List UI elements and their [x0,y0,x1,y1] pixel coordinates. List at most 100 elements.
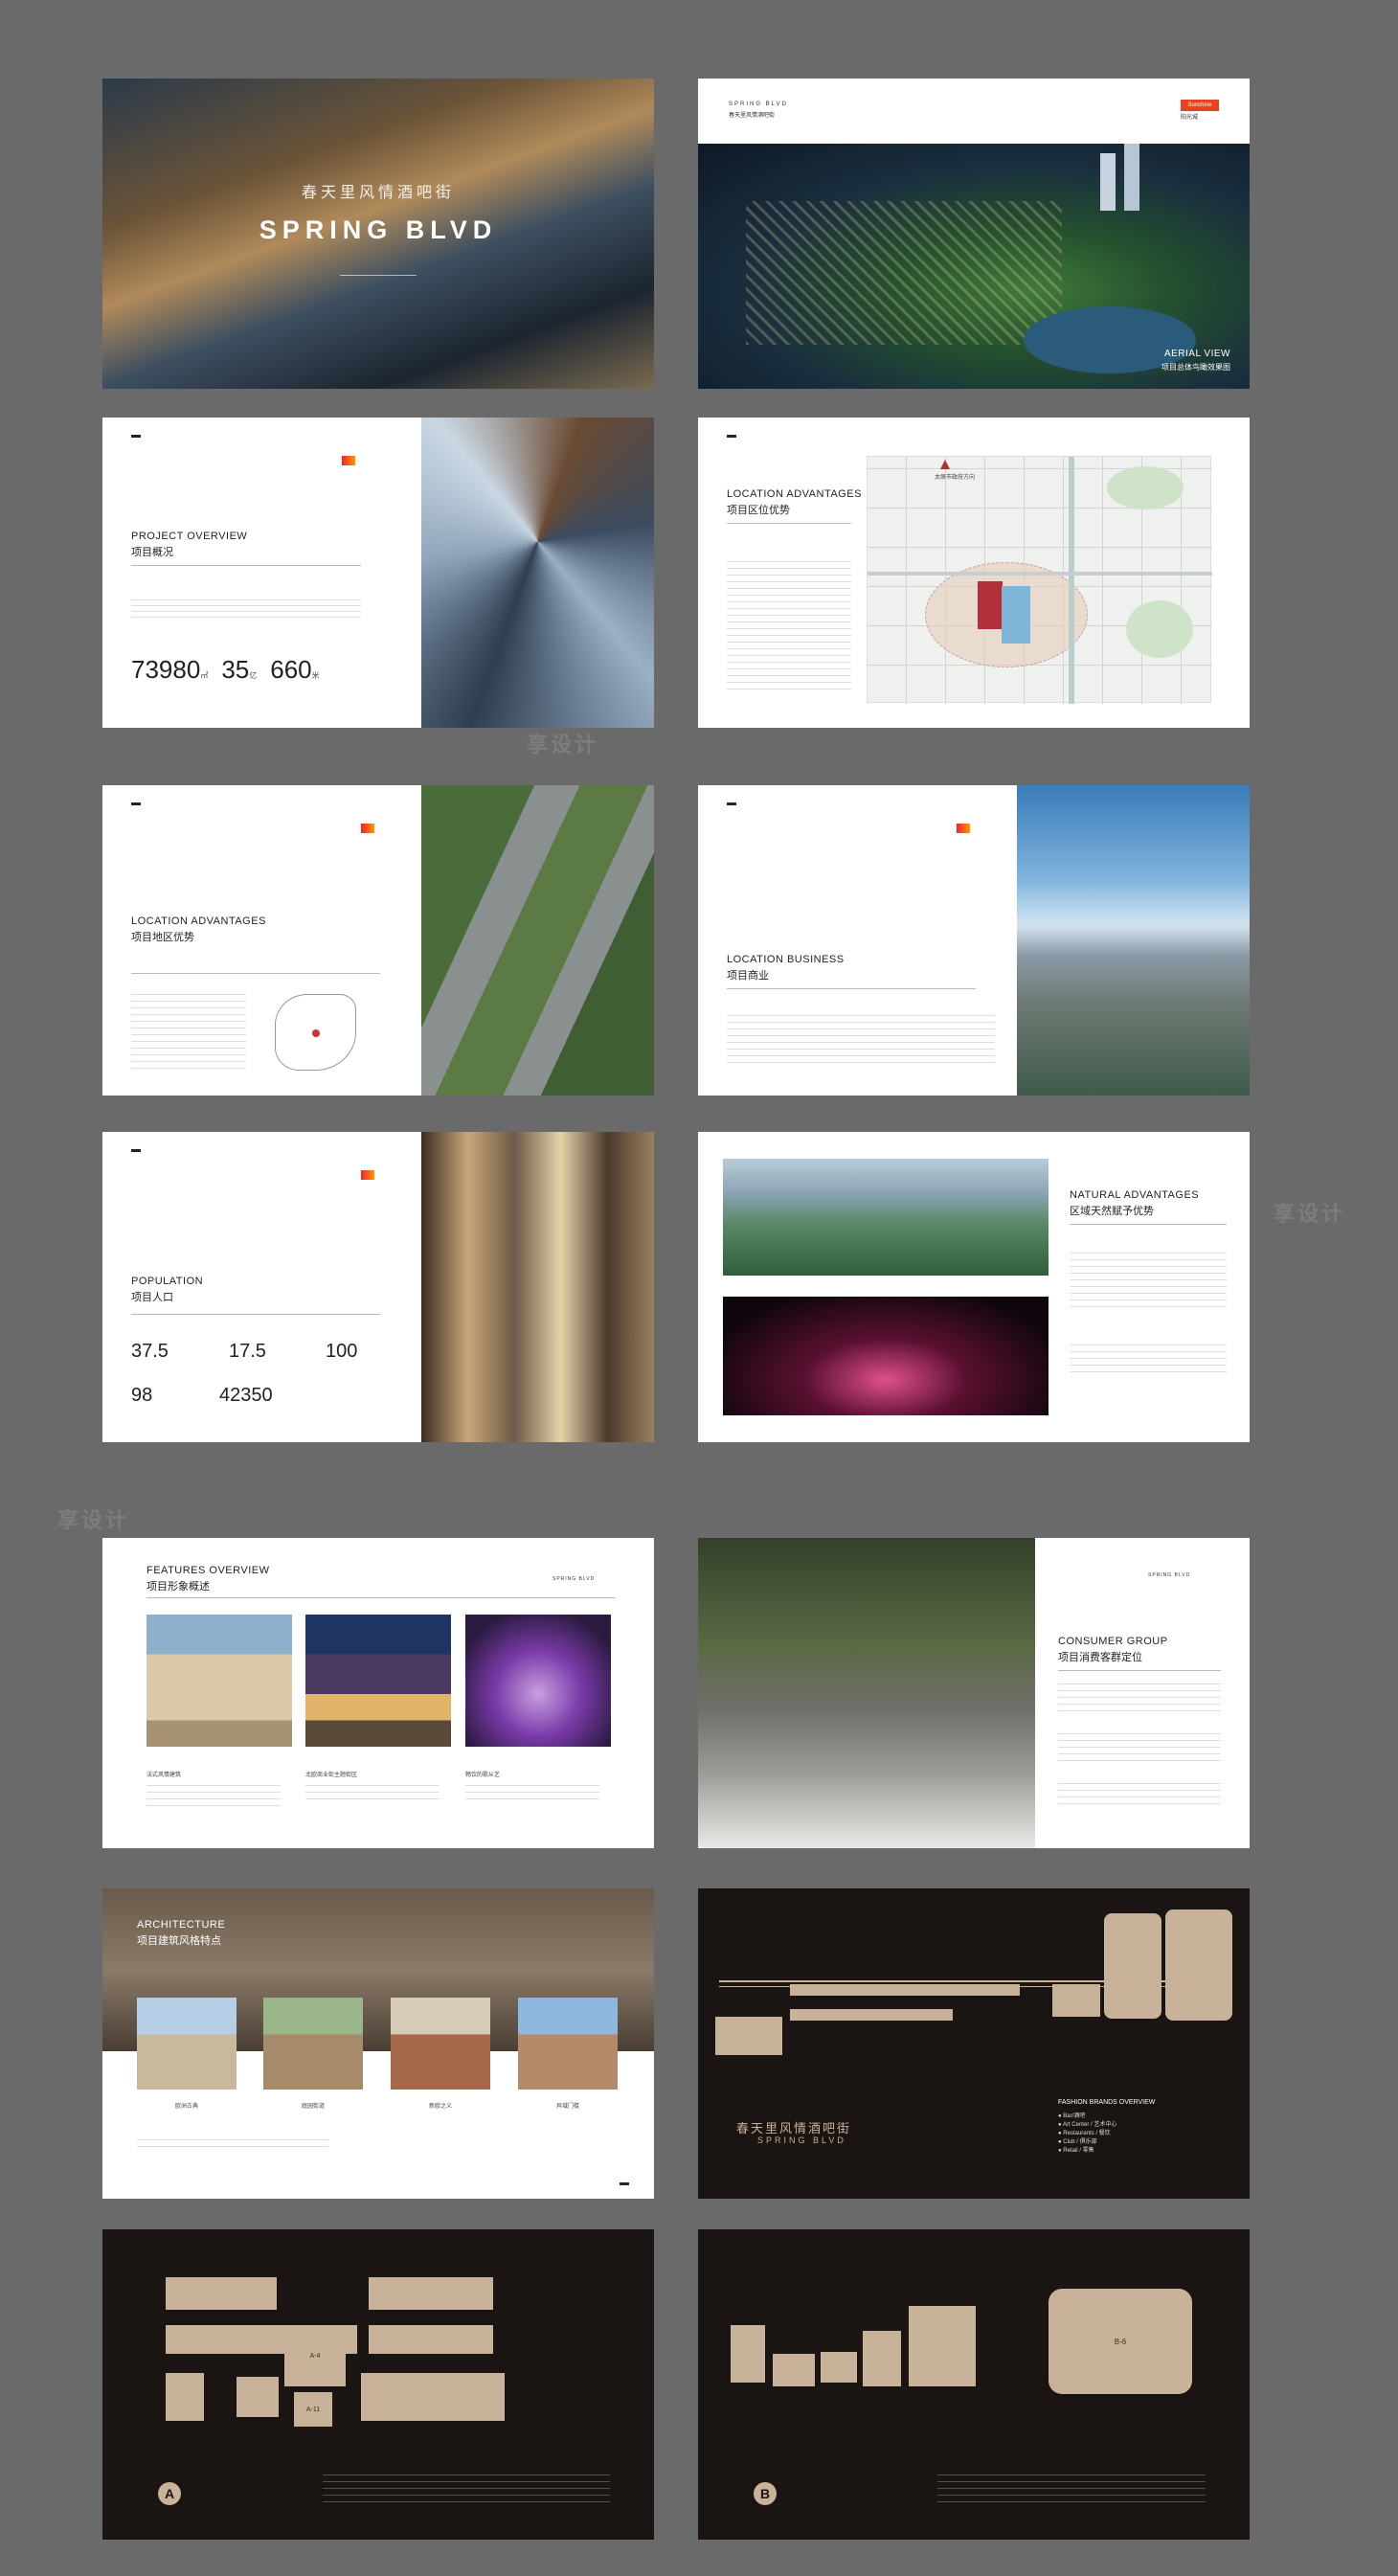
architecture-caption: 欧洲古典 [175,2104,199,2110]
title-rule [727,523,851,524]
plan-block-row [361,2373,505,2421]
page-architecture: ARCHITECTURE 项目建筑风格特点 欧洲古典 庭园街道 新欧之义 异域门… [102,1888,654,2199]
plan-block [773,2354,815,2386]
plan-block-b6: B-6 [1048,2289,1192,2394]
highway-photo [421,785,654,1096]
section-title-cn: 项目建筑风格特点 [137,1935,221,1947]
section-title-cn: 项目形象概述 [147,1581,210,1593]
aerial-tower [1100,153,1116,211]
page-mark [727,802,736,805]
map-park [1107,466,1184,509]
watermark: 享设计 [527,733,599,757]
park-photo [723,1159,1048,1276]
section-title-cn: 项目地区优势 [131,932,194,943]
map-label: 太原市政府方向 [935,475,976,481]
title-rule [1070,1224,1227,1225]
aerial-buildings [746,201,1062,345]
plan-block [821,2352,857,2383]
page-mark [620,2182,629,2185]
title-rule [727,988,976,989]
body-text-block [465,1785,599,1804]
body-text-block [1070,1253,1227,1310]
plan-title-cn: 春天里风情酒吧街 [736,2121,852,2135]
plan-block [166,2373,204,2421]
map-lake [1002,586,1030,644]
page-fashion-brands: 春天里风情酒吧街 SPRING BLVD FASHION BRANDS OVER… [698,1888,1250,2199]
section-title-cn: 项目区位优势 [727,505,790,516]
feature-caption: 法式风情建筑 [147,1773,182,1778]
legend-item: ● Art Center / 艺术中心 [1058,2122,1117,2128]
map-park [1126,600,1193,658]
city-skyline-photo [1017,785,1250,1096]
legend-item: ● Restaurants / 餐饮 [1058,2131,1111,2136]
map-road [1069,457,1074,704]
plan-block-row [369,2325,493,2354]
block-area-table [937,2474,1206,2503]
brand-en: SPRING BLVD [729,102,788,107]
section-title-en: LOCATION BUSINESS [727,954,845,965]
stat-length: 660 [270,655,312,684]
body-text-block [1058,1783,1221,1806]
title-rule [131,565,361,566]
page-zone-b-plan: B-6 B [698,2229,1250,2540]
legend-item: ● Club / 俱乐部 [1058,2139,1097,2145]
title-rule [131,1314,380,1315]
stat-value: 17.5 [229,1341,266,1362]
stat-investment: 35 [221,655,250,684]
plan-block-a11: A-11 [294,2392,332,2427]
plan-block-row [166,2277,277,2310]
architecture-photo-4 [518,1998,618,2090]
skyscraper-photo [421,418,654,728]
plan-title-en: SPRING BLVD [757,2135,846,2145]
architecture-photo-1 [137,1998,237,2090]
plan-block [863,2331,901,2386]
section-title-cn: 项目人口 [131,1292,173,1303]
page-location-map: LOCATION ADVANTAGES 项目区位优势 太原市政府方向 [698,418,1250,728]
region-outline-map [275,994,356,1071]
block-area-table [323,2474,610,2503]
legend-item: ● Retail / 零售 [1058,2148,1094,2154]
section-title-en: CONSUMER GROUP [1058,1636,1168,1647]
sunshine-logo [361,824,374,833]
legend-item: ● Bar/酒吧 [1058,2113,1086,2119]
page-mark [727,435,736,438]
logo-cn: 阳光城 [1181,115,1199,121]
aerial-caption-cn: 项目总体鸟瞰效果图 [1161,363,1230,372]
section-title-cn: 区域天然赋予优势 [1070,1206,1154,1217]
section-title-en: PROJECT OVERVIEW [131,531,248,542]
plan-block-row [369,2277,493,2310]
stat-value: 37.5 [131,1341,169,1362]
page-natural-advantages: NATURAL ADVANTAGES 区域天然赋予优势 [698,1132,1250,1442]
section-title-en: LOCATION ADVANTAGES [131,915,266,927]
brand-en: SPRING BLVD [552,1576,596,1582]
body-text-block [1058,1733,1221,1762]
plan-block [1052,1984,1100,2017]
body-text-block [131,599,361,622]
plan-block-large [1104,1913,1161,2019]
map-road [868,572,1212,576]
sunshine-logo: Sunshine [1181,100,1219,111]
brand-en: SPRING BLVD [1148,1572,1191,1578]
body-text-block [727,561,851,695]
section-title-en: FEATURES OVERVIEW [147,1565,270,1576]
body-text-block [147,1785,281,1812]
shopping-crowd-photo [421,1132,654,1442]
plan-block-row [790,1984,1020,1996]
brand-cn: 春天里风情酒吧街 [729,113,776,119]
architecture-caption: 异域门楼 [556,2104,580,2110]
section-title-en: NATURAL ADVANTAGES [1070,1189,1200,1201]
section-title-en: POPULATION [131,1276,204,1287]
page-project-overview: PROJECT OVERVIEW 项目概况 73980㎡ 35亿 660米 [102,418,654,728]
feature-photo-night-street [305,1615,451,1747]
page-aerial-view: SPRING BLVD 春天里风情酒吧街 Sunshine 阳光城 AERIAL… [698,79,1250,389]
plan-block [909,2306,976,2386]
body-text-block [1058,1683,1221,1712]
page-mark [131,802,141,805]
stat-value: 98 [131,1385,153,1406]
sunshine-logo [342,456,355,465]
location-map: 太原市政府方向 [867,456,1212,704]
body-text-block [131,994,246,1071]
aerial-caption-en: AERIAL VIEW [1163,349,1230,359]
architecture-caption: 新欧之义 [429,2104,453,2110]
stats-row: 73980㎡ 35亿 660米 [131,655,320,684]
